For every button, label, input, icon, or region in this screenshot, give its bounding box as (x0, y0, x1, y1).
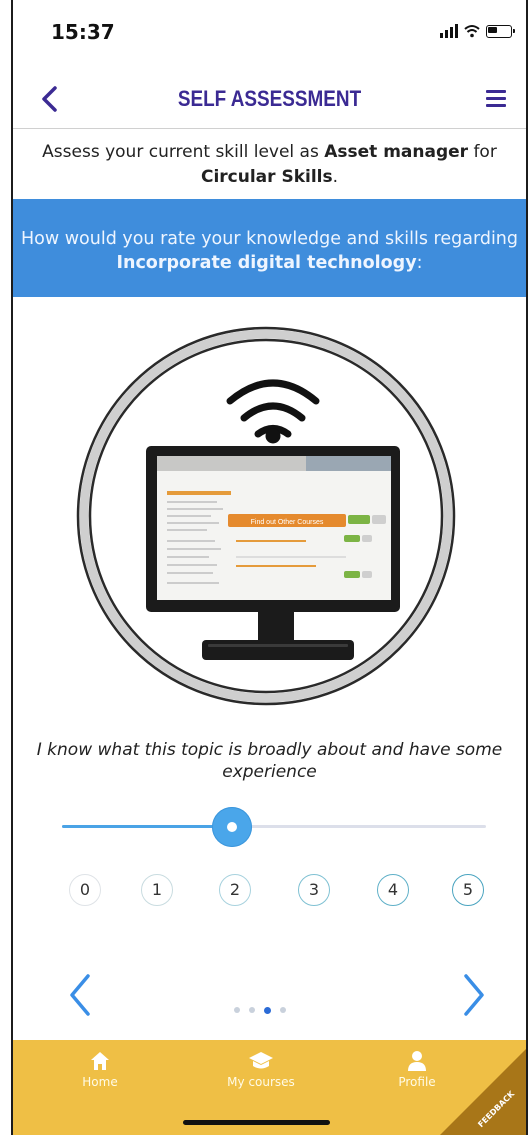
previous-arrow-icon[interactable] (62, 970, 98, 1020)
level-option-1[interactable]: 1 (141, 874, 173, 906)
tab-home[interactable]: Home (45, 1050, 155, 1089)
level-option-0[interactable]: 0 (69, 874, 101, 906)
screen-button-text: Find out Other Courses (251, 519, 324, 526)
home-indicator (183, 1120, 330, 1125)
status-icons (440, 24, 515, 38)
cellular-signal-icon (440, 24, 458, 38)
intro-text: Assess your current skill level as Asset… (13, 140, 526, 190)
status-time: 15:37 (51, 20, 115, 44)
status-bar: 15:37 (13, 0, 526, 70)
level-option-5[interactable]: 5 (452, 874, 484, 906)
next-arrow-icon[interactable] (456, 970, 492, 1020)
home-icon (91, 1052, 109, 1070)
tab-my-courses[interactable]: My courses (206, 1050, 316, 1089)
pagination-dot[interactable] (249, 1007, 255, 1013)
level-option-4[interactable]: 4 (377, 874, 409, 906)
wifi-status-icon (464, 25, 480, 38)
intro-role: Asset manager (324, 142, 469, 162)
question-prefix: How would you rate your knowledge and sk… (20, 229, 518, 249)
intro-suffix: . (332, 167, 339, 187)
level-options: 0 1 2 3 4 5 (0, 874, 528, 914)
question-banner: How would you rate your knowledge and sk… (13, 199, 526, 297)
nav-bar: SELF ASSESSMENT (13, 72, 526, 129)
app-frame: 15:37 SELF ASSESSMENT Assess your curren… (0, 0, 528, 1135)
tab-home-label: Home (82, 1075, 118, 1089)
battery-icon (486, 24, 515, 38)
slider-thumb[interactable] (212, 807, 252, 847)
hamburger-menu-icon[interactable] (486, 90, 506, 107)
tab-my-courses-label: My courses (227, 1075, 295, 1089)
feedback-button[interactable]: FEEDBACK (440, 1047, 526, 1135)
graduation-cap-icon (249, 1052, 273, 1069)
pagination-dot[interactable] (280, 1007, 286, 1013)
level-option-3[interactable]: 3 (298, 874, 330, 906)
intro-area: Circular Skills (200, 167, 333, 187)
pagination-dot[interactable] (264, 1006, 271, 1014)
level-option-2[interactable]: 2 (219, 874, 251, 906)
person-icon (408, 1051, 426, 1071)
pagination-dot[interactable] (234, 1007, 240, 1013)
intro-prefix: Assess your current skill level as (42, 142, 325, 162)
intro-middle: for (468, 142, 497, 162)
pagination-dots (234, 1006, 286, 1014)
page-title: SELF ASSESSMENT (177, 86, 362, 111)
question-topic: Incorporate digital technology (116, 253, 417, 273)
slider-fill (62, 825, 232, 828)
level-description: I know what this topic is broadly about … (36, 740, 503, 782)
computer-monitor-with-wifi-icon: Find out Other Courses (76, 326, 456, 706)
question-suffix: : (416, 253, 423, 273)
skill-level-slider[interactable] (62, 805, 486, 849)
